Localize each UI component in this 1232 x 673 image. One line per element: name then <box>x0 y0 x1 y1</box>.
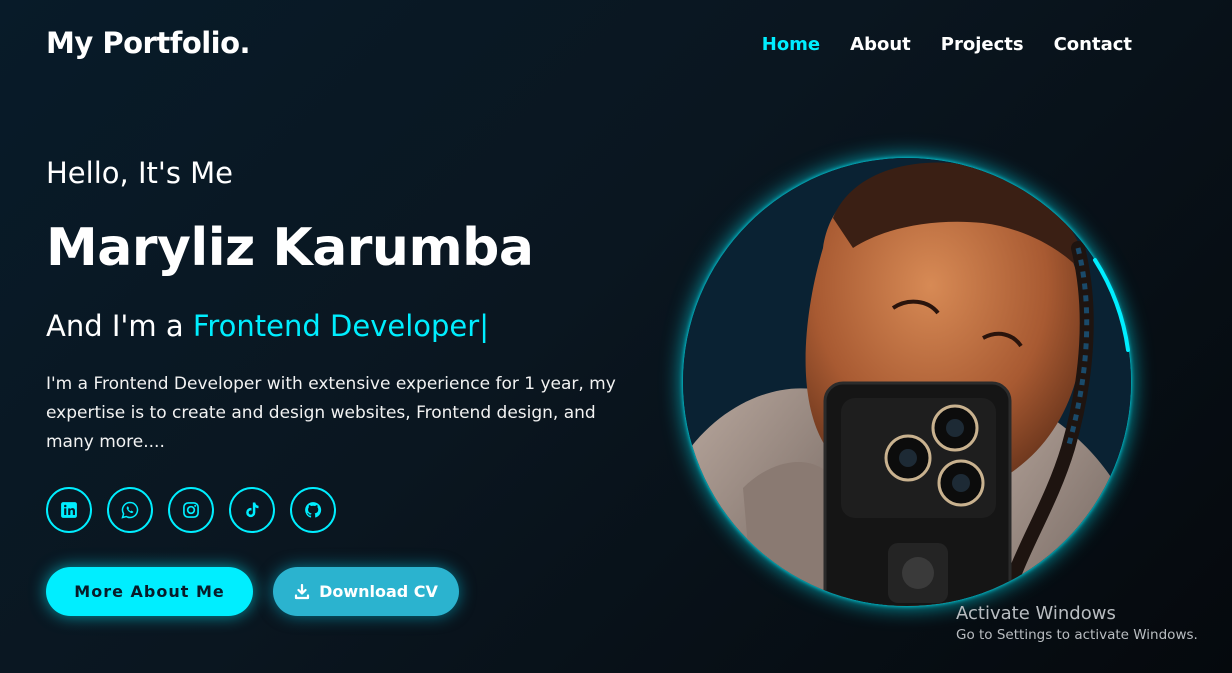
hero-name: Maryliz Karumba <box>46 218 534 278</box>
download-icon <box>294 583 310 599</box>
role-prefix: And I'm a <box>46 309 193 343</box>
profile-photo <box>683 158 1131 606</box>
watermark-subtitle: Go to Settings to activate Windows. <box>956 627 1198 643</box>
nav-about[interactable]: About <box>850 34 911 55</box>
social-links <box>46 487 336 533</box>
linkedin-link[interactable] <box>46 487 92 533</box>
site-logo[interactable]: My Portfolio. <box>46 26 251 60</box>
nav-projects[interactable]: Projects <box>941 34 1024 55</box>
whatsapp-icon <box>121 501 139 519</box>
nav-contact[interactable]: Contact <box>1054 34 1132 55</box>
download-cv-label: Download CV <box>319 582 438 601</box>
whatsapp-link[interactable] <box>107 487 153 533</box>
github-icon <box>305 502 322 518</box>
role-highlight: Frontend Developer <box>192 309 480 343</box>
instagram-link[interactable] <box>168 487 214 533</box>
nav-home[interactable]: Home <box>762 34 820 55</box>
more-about-me-button[interactable]: More About Me <box>46 567 253 616</box>
main-nav: Home About Projects Contact <box>762 34 1132 55</box>
windows-watermark: Activate Windows Go to Settings to activ… <box>956 603 1198 643</box>
hero-greeting: Hello, It's Me <box>46 156 234 190</box>
hero-role: And I'm a Frontend Developer| <box>46 309 489 343</box>
linkedin-icon <box>61 502 77 518</box>
download-cv-button[interactable]: Download CV <box>273 567 459 616</box>
github-link[interactable] <box>290 487 336 533</box>
instagram-icon <box>183 502 199 518</box>
tiktok-icon <box>246 502 259 518</box>
watermark-title: Activate Windows <box>956 603 1116 624</box>
typing-caret: | <box>479 309 489 343</box>
hero-description: I'm a Frontend Developer with extensive … <box>46 374 616 452</box>
tiktok-link[interactable] <box>229 487 275 533</box>
